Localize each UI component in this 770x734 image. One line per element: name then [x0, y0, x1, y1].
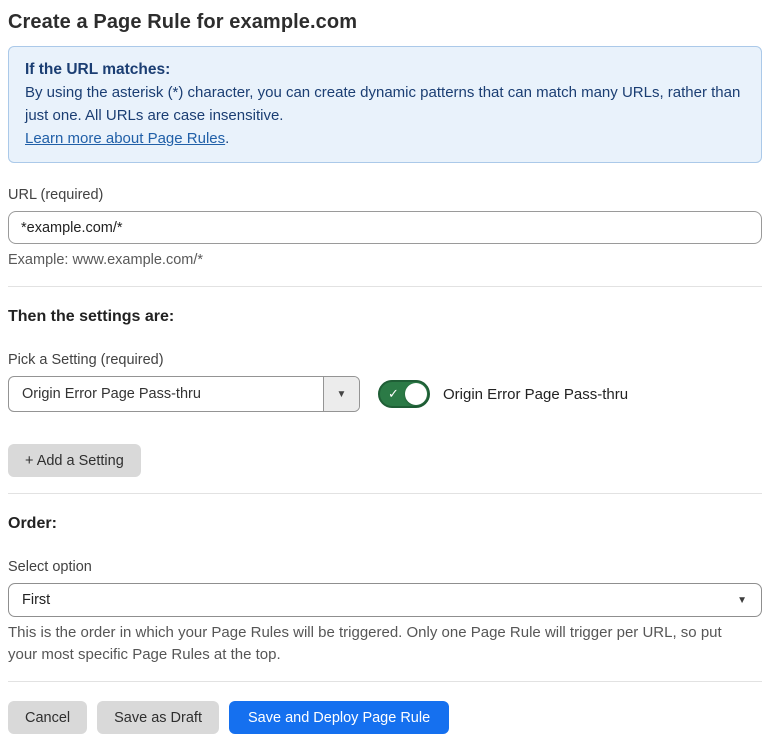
- setting-row: Origin Error Page Pass-thru ▼ ✓ Origin E…: [8, 376, 762, 412]
- url-label: URL (required): [8, 187, 104, 203]
- pick-setting-label: Pick a Setting (required): [8, 352, 164, 368]
- page-title: Create a Page Rule for example.com: [8, 11, 358, 33]
- toggle-label: Origin Error Page Pass-thru: [443, 385, 629, 403]
- footer-actions: Cancel Save as Draft Save and Deploy Pag…: [8, 701, 762, 734]
- url-example-helper: Example: www.example.com/*: [8, 252, 204, 268]
- url-match-info-box: If the URL matches: By using the asteris…: [8, 46, 762, 163]
- check-icon: ✓: [388, 386, 399, 402]
- select-option-label: Select option: [8, 559, 92, 575]
- add-setting-button[interactable]: + Add a Setting: [8, 444, 141, 477]
- info-box-heading: If the URL matches:: [25, 61, 171, 78]
- order-helper-text: This is the order in which your Page Rul…: [8, 624, 722, 663]
- divider: [8, 681, 762, 682]
- chevron-down-icon: ▼: [737, 594, 747, 606]
- page-rule-form: Create a Page Rule for example.com If th…: [0, 0, 770, 734]
- order-heading: Order:: [8, 515, 57, 532]
- order-select-value: First: [22, 592, 51, 608]
- settings-heading: Then the settings are:: [8, 308, 175, 325]
- setting-select-value: Origin Error Page Pass-thru: [22, 386, 201, 402]
- info-box-body: By using the asterisk (*) character, you…: [25, 84, 741, 124]
- learn-more-link[interactable]: Learn more about Page Rules: [25, 130, 225, 147]
- chevron-down-icon: ▼: [336, 388, 347, 400]
- link-period: .: [225, 130, 230, 147]
- setting-select[interactable]: Origin Error Page Pass-thru ▼: [8, 376, 360, 412]
- divider: [8, 286, 762, 287]
- divider: [8, 493, 762, 494]
- order-select[interactable]: First ▼: [8, 583, 762, 617]
- save-as-draft-button[interactable]: Save as Draft: [97, 701, 219, 734]
- save-and-deploy-button[interactable]: Save and Deploy Page Rule: [228, 701, 450, 734]
- cancel-button[interactable]: Cancel: [8, 701, 88, 734]
- origin-error-page-toggle[interactable]: ✓: [378, 380, 430, 408]
- url-input[interactable]: [8, 211, 762, 244]
- setting-select-arrow-button[interactable]: ▼: [323, 377, 359, 411]
- info-box-link-line: Learn more about Page Rules.: [25, 127, 745, 150]
- toggle-knob: [405, 383, 427, 405]
